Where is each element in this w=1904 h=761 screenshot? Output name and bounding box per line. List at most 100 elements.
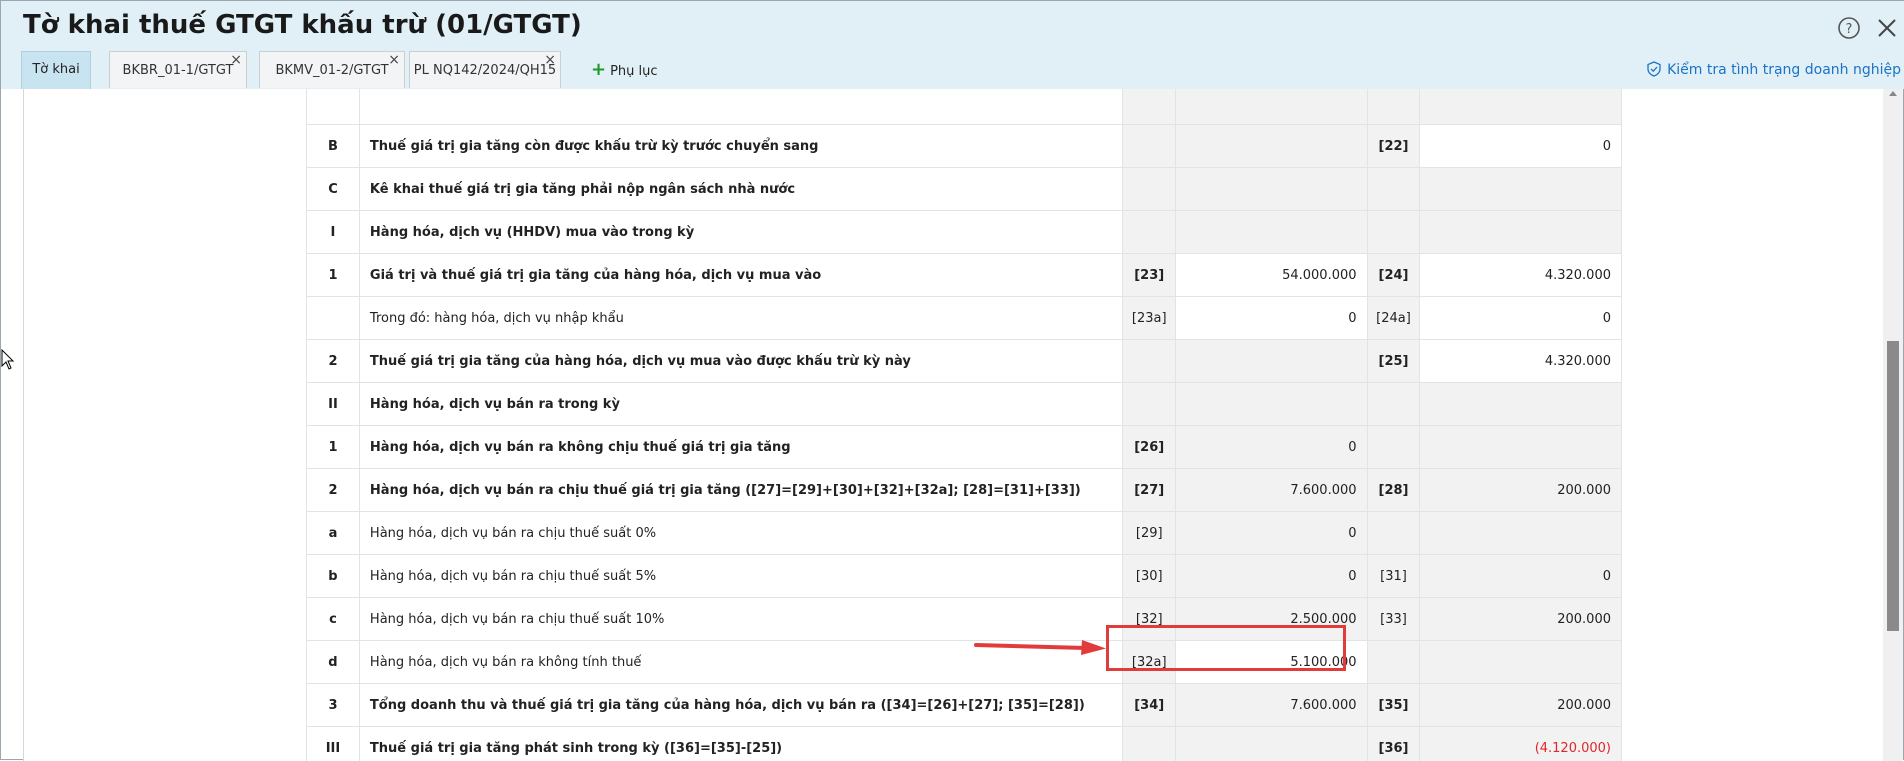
row-number xyxy=(307,89,360,125)
indicator-value: 200.000 xyxy=(1420,598,1622,641)
tab-close-icon[interactable]: × xyxy=(230,41,242,79)
tab-to-khai[interactable]: Tờ khai xyxy=(21,51,91,89)
check-business-status-link[interactable]: Kiểm tra tình trạng doanh nghiệp xyxy=(1646,61,1901,78)
form-row: cHàng hóa, dịch vụ bán ra chịu thuế suất… xyxy=(307,598,1622,641)
indicator-value: 200.000 xyxy=(1420,469,1622,512)
row-description: Hàng hóa, dịch vụ bán ra chịu thuế suất … xyxy=(359,598,1122,641)
shield-check-icon xyxy=(1646,61,1662,77)
tab-pl-nq142[interactable]: PL NQ142/2024/QH15 × xyxy=(409,51,561,88)
form-row: aHàng hóa, dịch vụ bán ra chịu thuế suất… xyxy=(307,512,1622,555)
indicator-value[interactable]: 0 xyxy=(1420,297,1622,340)
indicator-value[interactable]: 54.000.000 xyxy=(1176,254,1367,297)
tab-label: PL NQ142/2024/QH15 xyxy=(414,63,556,78)
indicator-code xyxy=(1367,168,1420,211)
indicator-code: [26] xyxy=(1123,426,1176,469)
tab-close-icon[interactable]: × xyxy=(388,41,400,79)
check-business-status-label: Kiểm tra tình trạng doanh nghiệp xyxy=(1667,62,1901,78)
tab-bkbr[interactable]: BKBR_01-1/GTGT × xyxy=(109,51,247,88)
row-description: Tổng doanh thu và thuế giá trị gia tăng … xyxy=(359,684,1122,727)
row-number: 3 xyxy=(307,684,360,727)
scrollbar-thumb[interactable] xyxy=(1887,341,1899,631)
form-row: 2Hàng hóa, dịch vụ bán ra chịu thuế giá … xyxy=(307,469,1622,512)
indicator-code xyxy=(1123,125,1176,168)
indicator-code: [23a] xyxy=(1123,297,1176,340)
mouse-cursor-icon xyxy=(1,349,15,371)
indicator-code xyxy=(1367,383,1420,426)
indicator-code: [30] xyxy=(1123,555,1176,598)
row-description: Hàng hóa, dịch vụ bán ra chịu thuế suất … xyxy=(359,555,1122,598)
vat-form-table: BThuế giá trị gia tăng còn được khấu trừ… xyxy=(306,89,1622,761)
indicator-code: [36] xyxy=(1367,727,1420,761)
indicator-code xyxy=(1123,727,1176,761)
row-number: B xyxy=(307,125,360,168)
add-appendix-button[interactable]: +Phụ lục xyxy=(591,51,658,88)
indicator-code xyxy=(1123,168,1176,211)
form-row: dHàng hóa, dịch vụ bán ra không tính thu… xyxy=(307,641,1622,684)
row-description: Hàng hóa, dịch vụ bán ra chịu thuế suất … xyxy=(359,512,1122,555)
indicator-value xyxy=(1420,641,1622,684)
form-row: Trong đó: hàng hóa, dịch vụ nhập khẩu[23… xyxy=(307,297,1622,340)
row-description: Thuế giá trị gia tăng của hàng hóa, dịch… xyxy=(359,340,1122,383)
tab-close-icon[interactable]: × xyxy=(544,41,556,79)
indicator-code xyxy=(1367,512,1420,555)
indicator-value: 0 xyxy=(1176,426,1367,469)
indicator-code: [24a] xyxy=(1367,297,1420,340)
indicator-value: 7.600.000 xyxy=(1176,469,1367,512)
row-number xyxy=(307,297,360,340)
form-row xyxy=(307,89,1622,125)
row-number: 1 xyxy=(307,254,360,297)
row-description: Trong đó: hàng hóa, dịch vụ nhập khẩu xyxy=(359,297,1122,340)
form-row: 2Thuế giá trị gia tăng của hàng hóa, dịc… xyxy=(307,340,1622,383)
indicator-value[interactable]: 4.320.000 xyxy=(1420,340,1622,383)
indicator-code: [28] xyxy=(1367,469,1420,512)
form-row: IIIThuế giá trị gia tăng phát sinh trong… xyxy=(307,727,1622,761)
help-icon[interactable]: ? xyxy=(1837,16,1861,40)
indicator-value: 0 xyxy=(1176,555,1367,598)
row-number: 1 xyxy=(307,426,360,469)
indicator-value: 7.600.000 xyxy=(1176,684,1367,727)
indicator-value: 200.000 xyxy=(1420,684,1622,727)
indicator-value[interactable]: 4.320.000 xyxy=(1420,254,1622,297)
indicator-value[interactable]: 0 xyxy=(1420,125,1622,168)
row-description: Giá trị và thuế giá trị gia tăng của hàn… xyxy=(359,254,1122,297)
row-description: Hàng hóa, dịch vụ bán ra chịu thuế giá t… xyxy=(359,469,1122,512)
indicator-code xyxy=(1367,211,1420,254)
row-number: d xyxy=(307,641,360,684)
form-row: IIHàng hóa, dịch vụ bán ra trong kỳ xyxy=(307,383,1622,426)
indicator-code: [22] xyxy=(1367,125,1420,168)
form-row: 1Hàng hóa, dịch vụ bán ra không chịu thu… xyxy=(307,426,1622,469)
indicator-value[interactable]: 0 xyxy=(1176,297,1367,340)
scroll-up-arrow-icon[interactable] xyxy=(1889,91,1897,96)
indicator-value xyxy=(1176,89,1367,125)
row-description: Hàng hóa, dịch vụ (HHDV) mua vào trong k… xyxy=(359,211,1122,254)
indicator-code: [23] xyxy=(1123,254,1176,297)
row-description: Hàng hóa, dịch vụ bán ra không chịu thuế… xyxy=(359,426,1122,469)
row-description: Thuế giá trị gia tăng phát sinh trong kỳ… xyxy=(359,727,1122,761)
tab-bkmv[interactable]: BKMV_01-2/GTGT × xyxy=(259,51,405,88)
indicator-code: [24] xyxy=(1367,254,1420,297)
tab-label: BKBR_01-1/GTGT xyxy=(123,63,234,78)
form-row: 1Giá trị và thuế giá trị gia tăng của hà… xyxy=(307,254,1622,297)
row-description: Hàng hóa, dịch vụ bán ra trong kỳ xyxy=(359,383,1122,426)
indicator-code: [25] xyxy=(1367,340,1420,383)
indicator-value xyxy=(1420,512,1622,555)
close-icon[interactable] xyxy=(1875,16,1899,40)
indicator-value xyxy=(1176,211,1367,254)
indicator-code xyxy=(1367,641,1420,684)
form-content: BThuế giá trị gia tăng còn được khấu trừ… xyxy=(23,89,1883,761)
vertical-scrollbar[interactable] xyxy=(1883,89,1903,761)
indicator-code: [35] xyxy=(1367,684,1420,727)
row-number: II xyxy=(307,383,360,426)
form-row: BThuế giá trị gia tăng còn được khấu trừ… xyxy=(307,125,1622,168)
row-number: 2 xyxy=(307,340,360,383)
indicator-value xyxy=(1176,383,1367,426)
indicator-value xyxy=(1176,125,1367,168)
row-number: b xyxy=(307,555,360,598)
title-bar: Tờ khai thuế GTGT khấu trừ (01/GTGT) ? T… xyxy=(1,1,1904,89)
indicator-value: 0 xyxy=(1420,555,1622,598)
row-number: III xyxy=(307,727,360,761)
row-description xyxy=(359,89,1122,125)
indicator-value xyxy=(1176,168,1367,211)
indicator-code xyxy=(1123,340,1176,383)
indicator-value: (4.120.000) xyxy=(1420,727,1622,761)
